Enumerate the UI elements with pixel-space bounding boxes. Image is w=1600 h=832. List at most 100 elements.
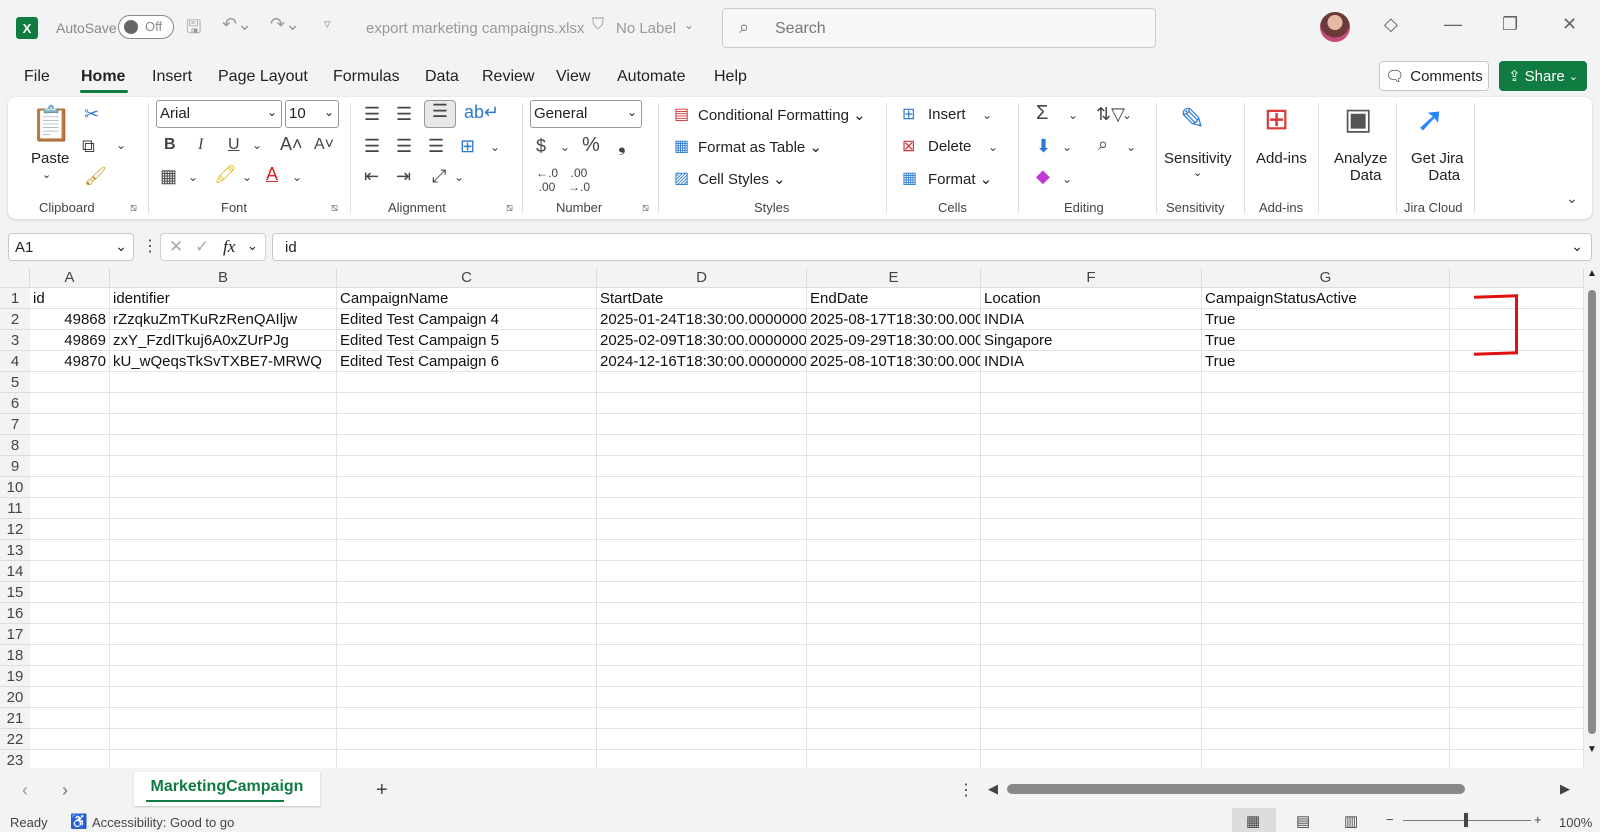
comma-style-icon[interactable]: ❟: [618, 134, 626, 157]
cell[interactable]: [807, 498, 981, 519]
cell[interactable]: 2025-09-29T18:30:00.0000000: [807, 330, 981, 351]
decrease-decimal-icon[interactable]: .00 →.0: [568, 166, 590, 194]
cell[interactable]: [30, 708, 110, 729]
confirm-entry-icon[interactable]: ✓: [195, 237, 209, 257]
row-header[interactable]: 8: [0, 435, 30, 456]
cell[interactable]: [337, 729, 597, 750]
cell[interactable]: rZzqkuZmTKuRzRenQAIljw: [110, 309, 337, 330]
number-format-select[interactable]: General ⌄: [530, 100, 642, 128]
cell[interactable]: [30, 582, 110, 603]
cell[interactable]: [981, 687, 1202, 708]
cell[interactable]: [30, 477, 110, 498]
cell[interactable]: [110, 561, 337, 582]
cell[interactable]: [30, 603, 110, 624]
insert-cells-icon[interactable]: ⊞: [902, 104, 915, 124]
undo-icon[interactable]: ↶⌄: [222, 14, 252, 35]
cell[interactable]: [597, 498, 807, 519]
sensitivity-shield-icon[interactable]: ⛉: [592, 16, 604, 34]
add-sheet-icon[interactable]: +: [376, 779, 388, 802]
normal-view-icon[interactable]: ▦: [1246, 812, 1260, 830]
format-painter-icon[interactable]: 🖌: [84, 166, 107, 187]
cell[interactable]: [1202, 561, 1450, 582]
bold-icon[interactable]: B: [164, 136, 176, 154]
cell[interactable]: [1202, 750, 1450, 768]
cell[interactable]: [597, 372, 807, 393]
cell[interactable]: [981, 435, 1202, 456]
addins-button[interactable]: Add-ins: [1256, 150, 1307, 167]
close-icon[interactable]: ✕: [1562, 14, 1577, 35]
row-header[interactable]: 11: [0, 498, 30, 519]
jira-icon[interactable]: ➚: [1416, 100, 1445, 140]
cell[interactable]: [337, 372, 597, 393]
page-layout-view-icon[interactable]: ▤: [1296, 812, 1310, 830]
cell[interactable]: [30, 750, 110, 768]
align-left-icon[interactable]: ☰: [364, 136, 380, 157]
cell[interactable]: [981, 645, 1202, 666]
cell[interactable]: [110, 435, 337, 456]
cell[interactable]: 2025-01-24T18:30:00.0000000: [597, 309, 807, 330]
column-header-f[interactable]: F: [981, 268, 1202, 288]
row-header[interactable]: 14: [0, 561, 30, 582]
row-header[interactable]: 10: [0, 477, 30, 498]
number-launcher-icon[interactable]: ⧅: [642, 202, 649, 215]
cell[interactable]: [807, 414, 981, 435]
row-header[interactable]: 1: [0, 288, 30, 309]
sort-filter-icon[interactable]: ⇅▽: [1096, 104, 1125, 125]
format-as-table-button[interactable]: Format as Table ⌄: [698, 138, 822, 156]
orientation-icon[interactable]: ⤢: [432, 166, 446, 187]
italic-icon[interactable]: I: [198, 136, 203, 154]
cell[interactable]: [1202, 687, 1450, 708]
cell[interactable]: [981, 498, 1202, 519]
row-header[interactable]: 7: [0, 414, 30, 435]
cell[interactable]: [1202, 729, 1450, 750]
cell[interactable]: StartDate: [597, 288, 807, 309]
cell[interactable]: [110, 666, 337, 687]
zoom-slider-thumb[interactable]: [1464, 813, 1468, 827]
cell[interactable]: [597, 729, 807, 750]
cell[interactable]: [1450, 435, 1584, 456]
cell[interactable]: [337, 582, 597, 603]
get-jira-data-button[interactable]: Get Jira Data: [1411, 150, 1464, 184]
format-cells-button[interactable]: Format ⌄: [928, 170, 992, 188]
cell[interactable]: [337, 414, 597, 435]
cell[interactable]: [110, 519, 337, 540]
row-header[interactable]: 16: [0, 603, 30, 624]
cell[interactable]: [1450, 582, 1584, 603]
collapse-ribbon-icon[interactable]: ⌄: [1566, 190, 1578, 207]
formula-input[interactable]: id ⌄: [272, 233, 1592, 261]
conditional-formatting-icon[interactable]: ▤: [674, 104, 689, 124]
column-header-b[interactable]: B: [110, 268, 337, 288]
cell[interactable]: [110, 498, 337, 519]
cell[interactable]: [981, 561, 1202, 582]
cell[interactable]: [1202, 582, 1450, 603]
row-header[interactable]: 19: [0, 666, 30, 687]
row-header[interactable]: 21: [0, 708, 30, 729]
cell[interactable]: True: [1202, 351, 1450, 372]
row-header[interactable]: 17: [0, 624, 30, 645]
scroll-left-icon[interactable]: ◀: [988, 781, 998, 797]
row-header[interactable]: 5: [0, 372, 30, 393]
cell[interactable]: [807, 750, 981, 768]
copy-icon[interactable]: ⧉: [82, 136, 95, 157]
merge-chevron-icon[interactable]: ⌄: [490, 140, 500, 154]
cell[interactable]: [981, 750, 1202, 768]
row-header[interactable]: 2: [0, 309, 30, 330]
cell[interactable]: CampaignStatusActive: [1202, 288, 1450, 309]
name-box[interactable]: A1 ⌄: [8, 233, 134, 261]
cell[interactable]: [597, 582, 807, 603]
cell[interactable]: [30, 393, 110, 414]
delete-cells-icon[interactable]: ⊠: [902, 136, 915, 156]
cell[interactable]: [30, 498, 110, 519]
column-header-h[interactable]: [1450, 268, 1584, 288]
cell[interactable]: [1202, 414, 1450, 435]
cell[interactable]: [30, 624, 110, 645]
sort-chevron-icon[interactable]: ⌄: [1122, 108, 1132, 122]
align-center-icon[interactable]: ☰: [396, 136, 412, 157]
cell[interactable]: [1450, 456, 1584, 477]
delete-chevron-icon[interactable]: ⌄: [988, 140, 998, 154]
cell[interactable]: kU_wQeqsTkSvTXBE7-MRWQ: [110, 351, 337, 372]
cell[interactable]: [1202, 372, 1450, 393]
sensitivity-icon[interactable]: ✎: [1180, 102, 1205, 137]
premium-diamond-icon[interactable]: ◇: [1384, 14, 1398, 35]
cell[interactable]: [30, 456, 110, 477]
